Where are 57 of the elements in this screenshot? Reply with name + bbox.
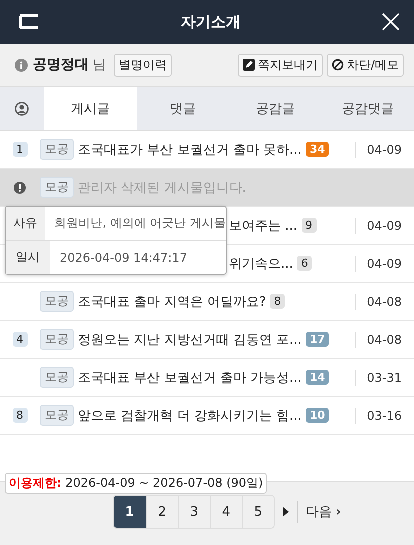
honorific: 님 xyxy=(93,57,106,74)
user-icon xyxy=(15,102,29,116)
post-title[interactable]: 보여주는 ... xyxy=(229,216,298,234)
post-date: 04-09 xyxy=(366,256,402,270)
page-button[interactable]: 1 xyxy=(114,496,146,528)
rank-number: 4 xyxy=(12,332,28,347)
popup-value: 회원비난, 예의에 어긋난 게시물 xyxy=(54,215,226,232)
comment-count: 9 xyxy=(302,218,317,233)
comment-count: 34 xyxy=(306,142,330,157)
post-title[interactable]: 위기속으... xyxy=(229,254,294,272)
popup-label: 사유 xyxy=(6,207,45,240)
restriction-notice: 이용제한: 2026-04-09 ~ 2026-07-08 (90일) xyxy=(5,473,268,494)
nickname: 공명정대 xyxy=(33,56,89,74)
rank-number: 1 xyxy=(12,142,28,157)
comment-count: 17 xyxy=(306,332,330,347)
category-tag: 모공 xyxy=(40,139,74,160)
tab[interactable]: 공감댓글 xyxy=(322,87,414,130)
send-message-button[interactable]: 쪽지보내기 xyxy=(238,54,323,76)
prohibition-icon xyxy=(332,59,344,71)
back-icon[interactable] xyxy=(18,14,40,30)
comment-count: 8 xyxy=(270,294,286,309)
post-title[interactable]: 정원오는 지난 지방선거때 김동연 포... xyxy=(78,330,302,348)
post-date: 04-09 xyxy=(366,218,402,232)
warning-icon xyxy=(14,182,26,194)
popup-value: 2026-04-09 14:47:17 xyxy=(59,250,188,264)
window-title: 자기소개 xyxy=(181,12,241,32)
post-title[interactable]: 조국대표가 부산 보궐선거 출마 못하... xyxy=(78,140,302,158)
post-title[interactable]: 앞으로 검찰개혁 더 강화시키기는 힘... xyxy=(78,406,302,424)
category-tag: 모공 xyxy=(40,405,74,426)
comment-count: 6 xyxy=(297,256,312,271)
deleted-post-notice: 관리자 삭제된 게시물입니다. xyxy=(78,180,246,196)
post-date: 03-16 xyxy=(366,408,402,422)
nickname-history-button[interactable]: 별명이력 xyxy=(114,54,172,76)
category-tag: 모공 xyxy=(40,177,74,198)
post-title[interactable]: 조국대표 출마 지역은 어딜까요? xyxy=(78,292,266,310)
category-tag: 모공 xyxy=(40,367,74,388)
close-icon[interactable] xyxy=(382,13,400,31)
comment-count: 10 xyxy=(306,408,330,423)
post-date: 03-31 xyxy=(366,370,402,384)
page-button[interactable]: 5 xyxy=(242,496,274,528)
post-date: 04-08 xyxy=(366,294,402,308)
info-icon xyxy=(15,58,28,72)
post-title[interactable]: 조국대표 부산 보궐선거 출마 가능성... xyxy=(78,368,302,386)
category-tag: 모공 xyxy=(40,291,74,312)
rank-number: 8 xyxy=(12,408,28,423)
tab[interactable]: 댓글 xyxy=(136,87,229,130)
tab[interactable]: 게시글 xyxy=(44,87,136,130)
block-memo-button[interactable]: 차단/메모 xyxy=(326,54,404,76)
popup-label: 일시 xyxy=(6,241,50,274)
next-arrow-icon[interactable] xyxy=(282,507,289,517)
post-date: 04-09 xyxy=(366,142,402,156)
pencil-icon xyxy=(242,59,255,71)
comment-count: 14 xyxy=(306,370,330,385)
tab[interactable]: 공감글 xyxy=(229,87,322,130)
next-page-link[interactable]: 다음 › xyxy=(306,503,342,521)
post-date: 04-08 xyxy=(366,332,402,346)
category-tag: 모공 xyxy=(40,329,74,350)
